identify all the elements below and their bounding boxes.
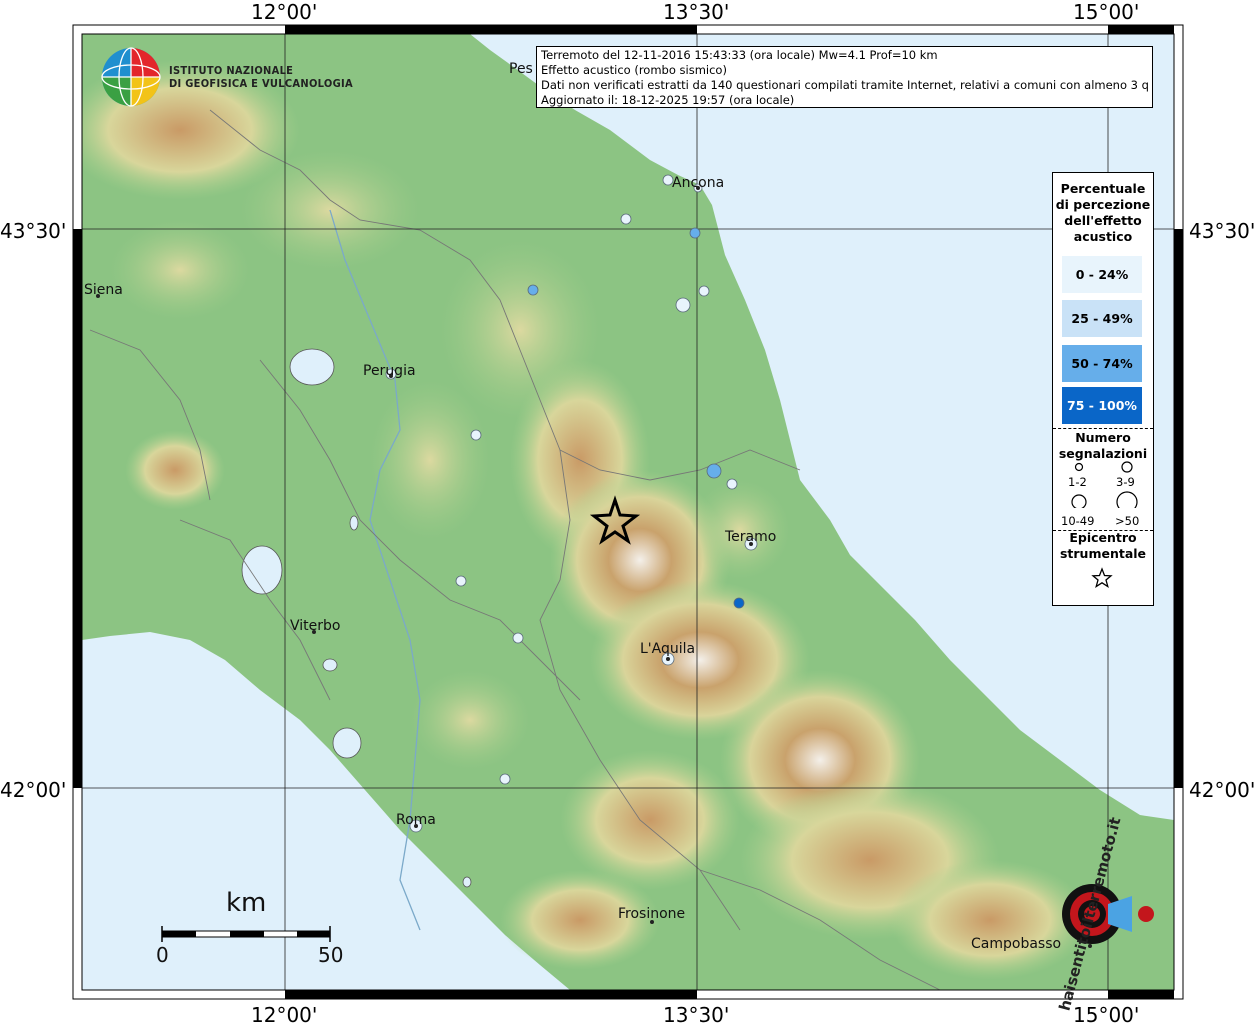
lake-albano xyxy=(462,876,472,888)
lake-piediluco xyxy=(349,515,359,531)
legend-title: Percentuale di percezione dell'effetto a… xyxy=(1053,181,1153,245)
lake-vico xyxy=(322,658,338,672)
legend-count-2: 3-9 xyxy=(1116,475,1135,489)
city-label-laquila: L'Aquila xyxy=(640,641,696,657)
city-label-frosinone: Frosinone xyxy=(618,906,686,922)
lon-tick-bottom-1: 12°00' xyxy=(251,1003,318,1027)
ingv-logo-line1: ISTITUTO NAZIONALE xyxy=(169,64,294,77)
obs-point[interactable] xyxy=(620,213,632,225)
ingv-logo-line2: DI GEOFISICA E VULCANOLOGIA xyxy=(169,77,353,90)
lon-tick-bottom-3: 15°00' xyxy=(1073,1003,1140,1027)
legend-count-4: >50 xyxy=(1115,514,1140,528)
legend-panel: Percentuale di percezione dell'effetto a… xyxy=(1052,172,1154,606)
legend-title-line1: Percentuale xyxy=(1060,181,1146,196)
obs-point[interactable] xyxy=(527,284,539,296)
legend-epicenter-line1: Epicentro xyxy=(1069,530,1137,545)
legend-class-0: 0 - 24% xyxy=(1062,256,1142,293)
obs-point[interactable] xyxy=(698,285,710,297)
legend-epicenter-line2: strumentale xyxy=(1059,546,1147,561)
obs-point[interactable] xyxy=(733,597,745,609)
city-label-pesaro: Pes xyxy=(509,61,533,77)
legend-count-1: 1-2 xyxy=(1068,475,1087,489)
legend-divider xyxy=(1053,428,1153,429)
scale-unit: km xyxy=(226,888,267,918)
lon-tick-top-1: 12°00' xyxy=(251,0,318,24)
legend-class-3: 75 - 100% xyxy=(1062,387,1142,424)
legend-star-icon xyxy=(1091,567,1113,588)
legend-title-line3: dell'effetto xyxy=(1064,213,1142,228)
event-info-line4: Aggiornato il: 18-12-2025 19:57 (ora loc… xyxy=(541,93,795,107)
obs-point[interactable] xyxy=(499,773,511,785)
city-label-perugia: Perugia xyxy=(363,363,416,379)
obs-point[interactable] xyxy=(512,632,524,644)
obs-point[interactable] xyxy=(726,478,738,490)
city-label-roma: Roma xyxy=(396,812,436,828)
legend-count-3: 10-49 xyxy=(1061,514,1095,528)
scale-max: 50 xyxy=(318,943,344,967)
ingv-logo xyxy=(101,47,161,107)
obs-point[interactable] xyxy=(455,575,467,587)
city-label-campobasso: Campobasso xyxy=(971,936,1062,952)
lat-tick-right-1: 43°30' xyxy=(1189,219,1255,243)
lon-tick-top-2: 13°30' xyxy=(663,0,730,24)
lat-tick-left-2: 42°00' xyxy=(0,778,67,802)
legend-class-1: 25 - 49% xyxy=(1062,300,1142,337)
event-info-box: Terremoto del 12-11-2016 15:43:33 (ora l… xyxy=(536,46,1153,108)
lake-bracciano xyxy=(332,727,362,759)
lake-bolsena xyxy=(241,545,283,595)
obs-point[interactable] xyxy=(706,463,722,479)
legend-class-2: 50 - 74% xyxy=(1062,345,1142,382)
lat-tick-left-1: 43°30' xyxy=(0,219,67,243)
obs-point[interactable] xyxy=(675,297,691,313)
legend-title-line4: acustico xyxy=(1073,229,1133,244)
event-info-line3: Dati non verificati estratti da 140 ques… xyxy=(541,78,1148,92)
lon-tick-bottom-2: 13°30' xyxy=(663,1003,730,1027)
city-label-ancona: Ancona xyxy=(672,175,725,191)
legend-epicenter-title: Epicentro strumentale xyxy=(1053,530,1153,562)
obs-point[interactable] xyxy=(470,429,482,441)
lake-trasimeno xyxy=(289,348,335,386)
event-info-line2: Effetto acustico (rombo sismico) xyxy=(541,63,727,77)
city-label-siena: Siena xyxy=(84,282,123,298)
legend-count-title-line1: Numero xyxy=(1075,430,1131,445)
ingv-logo-text: ISTITUTO NAZIONALE DI GEOFISICA E VULCAN… xyxy=(169,64,353,90)
map-content xyxy=(82,34,1174,990)
lon-tick-top-3: 15°00' xyxy=(1073,0,1140,24)
city-label-viterbo: Viterbo xyxy=(290,618,341,634)
lat-tick-right-2: 42°00' xyxy=(1189,778,1255,802)
legend-title-line2: di percezione xyxy=(1055,197,1151,212)
event-info-line1: Terremoto del 12-11-2016 15:43:33 (ora l… xyxy=(541,48,938,62)
scale-min: 0 xyxy=(156,943,169,967)
city-label-teramo: Teramo xyxy=(725,529,777,545)
obs-point[interactable] xyxy=(689,227,701,239)
